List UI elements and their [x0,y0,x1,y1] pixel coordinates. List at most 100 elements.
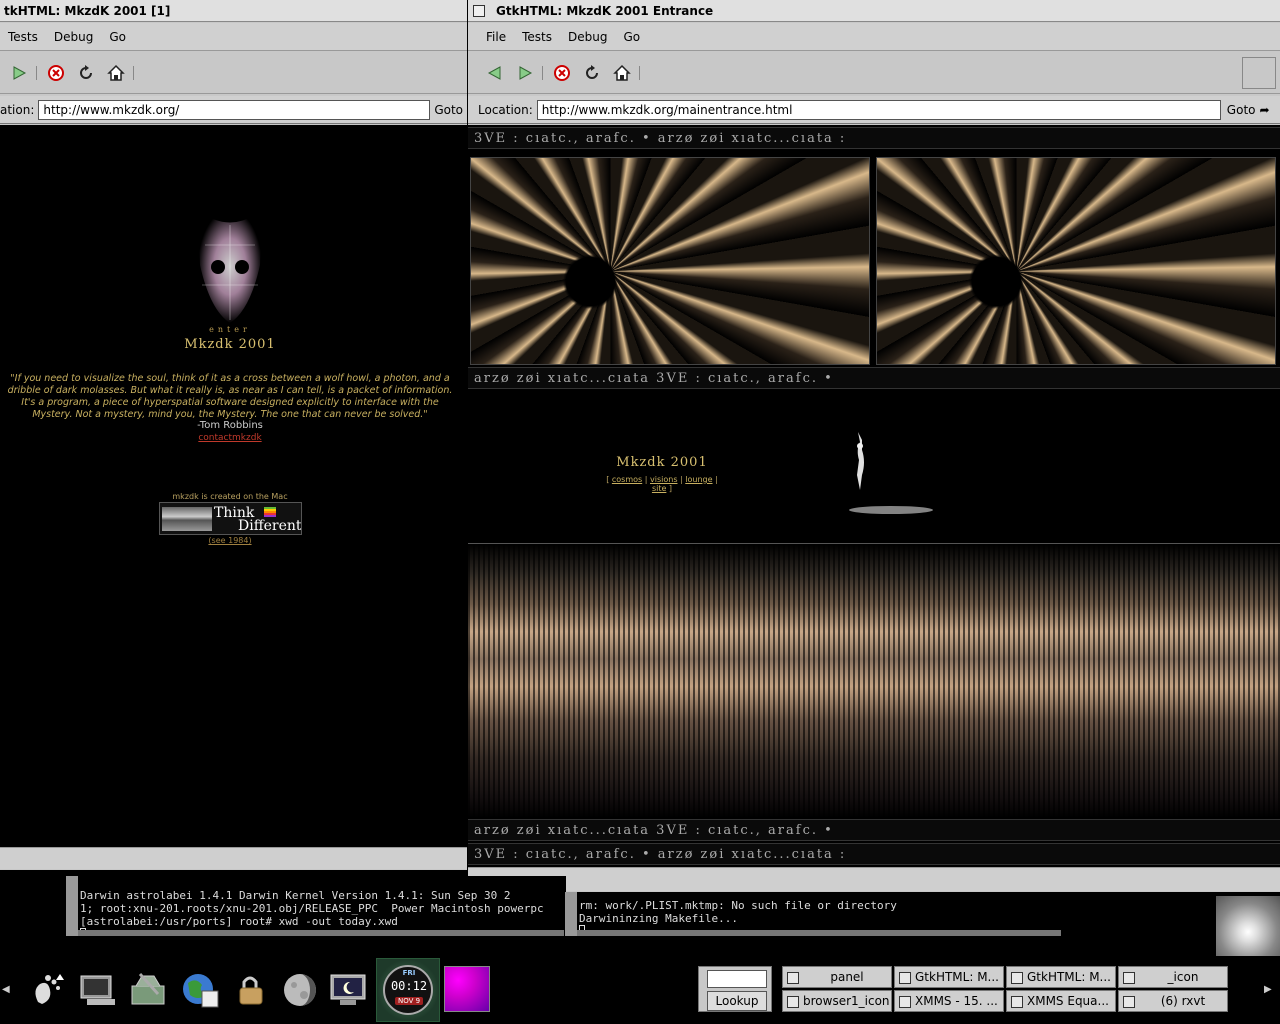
stop-icon [554,64,570,81]
task-browser1-icon[interactable]: browser1_icon [782,990,892,1012]
enter-link[interactable]: enter [200,325,260,334]
reload-button[interactable] [579,60,605,86]
rune-strip-mid-text: arzø zøi xıatc...cıata 3VE : cıatc., ara… [474,371,834,386]
window-menu-icon[interactable] [473,5,485,17]
rune-strip-lower: arzø zøi xıatc...cıata 3VE : cıatc., ara… [468,819,1280,841]
left-browser-window: tkHTML: MkzdK 2001 [1] Tests Debug Go at… [0,0,467,870]
different-text: Different [238,518,302,534]
terminal-line: rm: work/.PLIST.mktmp: No such file or d… [579,899,897,912]
terminal-left-scrollbar[interactable] [78,930,564,936]
panel-left-arrow[interactable]: ◀ [2,976,16,1004]
clock-applet[interactable]: FRI 00:12 NOV 9 [376,958,440,1022]
forward-button[interactable] [6,60,32,86]
task-xmms[interactable]: XMMS - 15. ... [894,990,1004,1012]
toolbox-icon[interactable] [126,968,170,1012]
apple-logo-icon [264,507,276,517]
terminal-launcher-icon[interactable] [76,968,120,1012]
terminal-left[interactable]: Darwin astrolabei 1.4.1 Darwin Kernel Ve… [66,876,566,936]
right-location-bar: Location: http://www.mkzdk.org/mainentra… [468,96,1280,124]
menu-debug[interactable]: Debug [46,30,101,44]
left-window-title[interactable]: tkHTML: MkzdK 2001 [1] [0,0,467,22]
goto-arrow-icon: ➦ [1259,102,1270,117]
lock-screen-icon[interactable] [228,968,272,1012]
rune-strip-mid: arzø zøi xıatc...cıata 3VE : cıatc., ara… [468,367,1280,389]
nav-site[interactable]: site [652,484,666,493]
right-window-title[interactable]: GtkHTML: MkzdK 2001 Entrance [468,0,1280,22]
right-status-bar [468,867,1280,891]
forward-icon [519,65,533,80]
lookup-button[interactable]: Lookup [707,991,767,1011]
location-label: ation: [0,102,35,117]
right-window-title-text: GtkHTML: MkzdK 2001 Entrance [496,4,714,18]
reload-icon [80,64,92,79]
nav-lounge[interactable]: lounge [685,475,712,484]
stop-button[interactable] [43,60,69,86]
terminal-line: Darwin astrolabei 1.4.1 Darwin Kernel Ve… [80,889,511,902]
clock-time: 00:12 [390,979,428,993]
menu-go[interactable]: Go [615,30,648,44]
nav-visions[interactable]: visions [650,475,677,484]
back-button[interactable] [482,60,508,86]
task-gtkhtml-1[interactable]: GtkHTML: M... [894,966,1004,988]
left-menubar: Tests Debug Go [0,23,467,51]
gnome-foot-menu-icon[interactable] [24,968,68,1012]
location-input[interactable]: http://www.mkzdk.org/ [38,99,431,120]
goto-label: Goto [1226,102,1256,117]
waveform-image [468,543,1280,818]
fractal-image-left [470,157,870,365]
left-toolbar [0,52,467,94]
lookup-input[interactable] [707,970,767,988]
task-panel[interactable]: panel [782,966,892,988]
panel-right-arrow[interactable]: ▶ [1264,976,1278,1004]
nav-links: [ cosmos | visions | lounge | site ] [606,475,718,493]
stop-button[interactable] [549,60,575,86]
menu-tests[interactable]: Tests [0,30,46,44]
see-1984-link[interactable]: (see 1984) [200,536,260,545]
menu-file[interactable]: File [478,30,514,44]
clock-date: NOV 9 [395,997,423,1005]
goto-button[interactable]: Goto [430,103,467,117]
web-browser-icon[interactable] [178,968,222,1012]
moon-applet-icon[interactable] [278,968,322,1012]
task-gtkhtml-2[interactable]: GtkHTML: M... [1006,966,1116,988]
task-icon[interactable]: _icon [1118,966,1228,988]
forward-button[interactable] [512,60,538,86]
reload-button[interactable] [73,60,99,86]
quote-text: "If you need to visualize the soul, thin… [7,373,453,420]
color-applet[interactable] [444,966,490,1012]
terminal-right-scrollbar[interactable] [577,930,1061,936]
rune-strip-top: 3VE : cıatc., arafc. • arzø zøi xıatc...… [468,127,1280,149]
forward-icon [13,65,27,80]
rune-strip-top-text: 3VE : cıatc., arafc. • arzø zøi xıatc...… [474,131,847,146]
skull-artwork [198,210,262,323]
eyes-photo [162,507,212,531]
site-logo: Mkzdk 2001 [184,337,276,352]
mac-credit: mkzdk is created on the Mac [172,492,288,501]
right-browser-window: GtkHTML: MkzdK 2001 Entrance File Tests … [468,0,1280,892]
location-label: Location: [478,102,533,117]
home-icon [107,64,125,81]
home-button[interactable] [609,60,635,86]
terminal-line: 1; root:xnu-201.roots/xnu-201.obj/RELEAS… [80,902,544,915]
nav-cosmos[interactable]: cosmos [612,475,642,484]
menu-debug[interactable]: Debug [560,30,615,44]
reload-icon [586,64,598,79]
task-xmms-equalizer[interactable]: XMMS Equa... [1006,990,1116,1012]
home-icon [613,64,631,81]
site-logo: Mkzdk 2001 [616,455,708,470]
right-toolbar [468,52,1280,94]
desktop-pager-thumbnail[interactable] [1216,896,1280,956]
screensaver-icon[interactable] [326,968,370,1012]
task-rxvt[interactable]: (6) rxvt [1118,990,1228,1012]
rune-strip-bottom-text: 3VE : cıatc., arafc. • arzø zøi xıatc...… [474,847,847,862]
location-input[interactable]: http://www.mkzdk.org/mainentrance.html [536,99,1221,120]
contact-link[interactable]: contactmkzdk [180,433,280,443]
left-status-bar [0,847,467,869]
menu-tests[interactable]: Tests [514,30,560,44]
goto-button[interactable]: Goto ➦ [1221,103,1274,117]
menu-go[interactable]: Go [101,30,134,44]
throbber [1242,57,1276,89]
home-button[interactable] [103,60,129,86]
terminal-line: [astrolabei:/usr/ports] root# xwd -out t… [80,915,398,928]
think-different-banner[interactable]: Think Different [159,502,302,535]
